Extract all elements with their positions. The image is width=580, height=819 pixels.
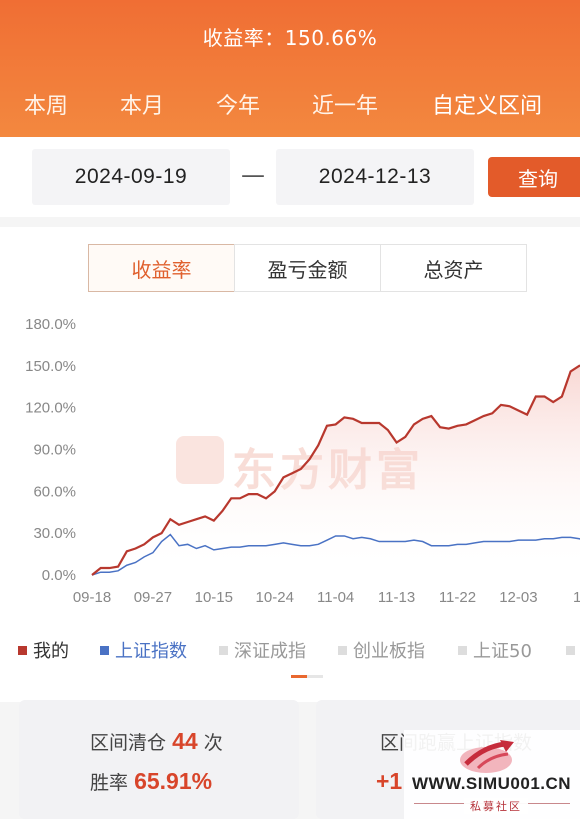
clear-label: 区间清仓 [90,732,167,754]
y-tick-label: 120.0% [25,400,76,417]
clear-unit: 次 [203,732,223,754]
y-tick-label: 150.0% [25,358,76,375]
x-tick-label: 10-15 [195,589,233,606]
clear-count: 44 [172,728,198,754]
x-tick-label: 09-18 [73,589,111,606]
end-date-field[interactable]: 2024-12-13 [276,149,474,205]
legend-label: 深证成指 [234,641,306,662]
x-tick-label: 10-24 [256,589,294,606]
date-range-bar: 2024-09-19 — 2024-12-13 查询 [0,137,580,217]
site-watermark-text: WWW.SIMU001.CN [412,774,572,793]
win-rate: 65.91% [134,768,213,794]
tab-custom-range[interactable]: 自定义区间 [432,88,542,120]
x-tick-label: 12-1 [573,589,580,606]
site-watermark: WWW.SIMU001.CN 私募社区 [404,730,580,819]
tab-this-week[interactable]: 本周 [24,88,68,120]
legend-item[interactable]: 我的 [18,637,69,663]
return-chart: 180.0% 150.0% 120.0% 90.0% 60.0% 30.0% 0.0% 09… [25,316,580,606]
tab-last-year[interactable]: 近一年 [312,88,378,120]
y-tick-label: 30.0% [33,525,76,542]
return-label: 收益率：150.66% [202,26,378,50]
win-rate-line: 胜率 65.91% [90,768,212,795]
x-tick-label: 11-22 [439,589,476,606]
x-tick-label: 09-27 [134,589,172,606]
tab-total-assets[interactable]: 总资产 [380,244,527,292]
legend-label: 我的 [33,641,69,662]
legend-swatch-icon [219,645,228,655]
legend-swatch-icon [338,645,347,655]
legend-item[interactable]: 上证指数 [100,637,187,663]
site-watermark-sub: 私募社区 [464,798,528,814]
legend-item[interactable]: 深证成指 [219,637,306,663]
tab-return-rate[interactable]: 收益率 [88,244,235,292]
x-tick-label: 12-03 [499,589,537,606]
stats-card-clear: 区间清仓 44 次 胜率 65.91% [19,700,299,819]
beat-index-value: +1 [376,768,403,794]
start-date-field[interactable]: 2024-09-19 [32,149,230,205]
header: 收益率：150.66% 本周 本月 今年 近一年 自定义区间 [0,0,580,137]
y-tick-label: 0.0% [42,567,76,584]
tab-profit-amount[interactable]: 盈亏金额 [234,244,381,292]
legend-item[interactable]: 上证50 [458,637,532,663]
win-label: 胜率 [90,772,129,794]
clear-count-line: 区间清仓 44 次 [90,728,223,755]
legend-label: 创业板指 [353,641,425,662]
y-tick-label: 180.0% [25,316,76,333]
legend-scroll-thumb [291,675,307,678]
beat-index-value-line: +1 [376,768,402,795]
site-logo-icon [460,740,514,773]
legend-label: 上证50 [473,641,532,662]
legend-item[interactable]: 创业板指 [338,637,425,663]
x-tick-label: 11-13 [378,589,415,606]
legend-swatch-icon [566,645,575,655]
y-tick-label: 60.0% [33,483,76,500]
legend-swatch-icon [18,645,27,655]
legend-swatch-icon [458,645,467,655]
tab-this-month[interactable]: 本月 [120,88,164,120]
query-button[interactable]: 查询 [488,157,580,197]
y-tick-label: 90.0% [33,442,76,459]
legend-label: 上证指数 [115,641,187,662]
legend-item[interactable]: 沪 [566,637,580,663]
date-separator: — [241,161,265,189]
x-tick-label: 11-04 [317,589,354,606]
period-tabs: 本周 本月 今年 近一年 自定义区间 [0,88,580,128]
series-area-my [92,365,580,575]
tab-this-year[interactable]: 今年 [216,88,260,120]
legend-swatch-icon [100,645,109,655]
